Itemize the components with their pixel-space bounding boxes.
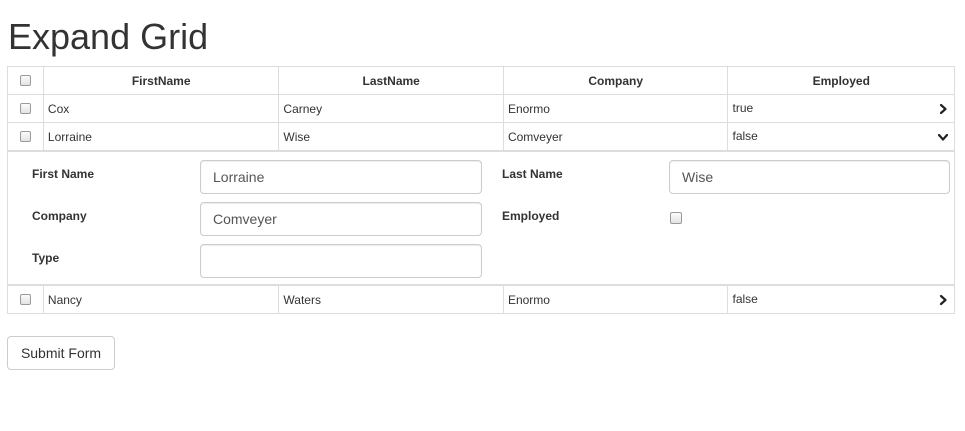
submit-form-button[interactable]: Submit Form xyxy=(7,336,115,370)
row-select-cell xyxy=(8,95,43,122)
cell-company: Comveyer xyxy=(502,123,728,150)
employed-label: Employed xyxy=(502,209,560,223)
cell-firstname: Lorraine xyxy=(42,123,279,150)
column-header-company[interactable]: Company xyxy=(502,67,728,94)
expand-grid: FirstName LastName Company Employed Cox … xyxy=(7,66,955,314)
first-name-label: First Name xyxy=(32,167,95,181)
cell-employed: false xyxy=(727,286,954,313)
table-row[interactable]: Nancy Waters Enormo false xyxy=(8,286,954,314)
cell-company: Enormo xyxy=(502,286,728,313)
cell-employed-value: false xyxy=(732,291,758,306)
cell-company: Enormo xyxy=(502,95,728,122)
cell-employed-value: false xyxy=(732,128,758,143)
select-all-checkbox[interactable] xyxy=(19,75,31,86)
company-field[interactable] xyxy=(200,202,482,236)
employed-checkbox[interactable] xyxy=(670,212,682,224)
row-select-cell xyxy=(8,286,43,313)
company-label: Company xyxy=(32,209,87,223)
last-name-label: Last Name xyxy=(502,167,563,181)
row-select-checkbox[interactable] xyxy=(19,103,31,114)
header-select-cell xyxy=(8,67,43,94)
cell-employed-value: true xyxy=(732,100,754,115)
cell-lastname: Waters xyxy=(278,286,503,313)
cell-lastname: Wise xyxy=(278,123,503,150)
cell-firstname: Nancy xyxy=(42,286,279,313)
cell-firstname: Cox xyxy=(42,95,279,122)
type-field[interactable] xyxy=(200,244,482,278)
page-title: Expand Grid xyxy=(8,16,209,57)
chevron-down-icon[interactable] xyxy=(937,131,949,143)
column-header-firstname[interactable]: FirstName xyxy=(42,67,279,94)
column-header-lastname[interactable]: LastName xyxy=(278,67,503,94)
row-select-cell xyxy=(8,123,43,150)
table-row[interactable]: Cox Carney Enormo true xyxy=(8,95,954,123)
last-name-field[interactable] xyxy=(669,160,950,194)
chevron-right-icon[interactable] xyxy=(937,294,949,306)
cell-lastname: Carney xyxy=(278,95,503,122)
table-row-expanded[interactable]: Lorraine Wise Comveyer false xyxy=(8,123,954,152)
type-label: Type xyxy=(32,251,60,265)
row-select-checkbox[interactable] xyxy=(19,294,31,305)
cell-employed: false xyxy=(727,123,954,150)
column-header-employed[interactable]: Employed xyxy=(727,67,954,94)
grid-header-row: FirstName LastName Company Employed xyxy=(8,67,954,95)
first-name-field[interactable] xyxy=(200,160,482,194)
row-detail-panel: First Name Last Name Company Employed Ty… xyxy=(8,152,954,286)
cell-employed: true xyxy=(727,95,954,122)
row-select-checkbox[interactable] xyxy=(19,131,31,142)
chevron-right-icon[interactable] xyxy=(937,103,949,115)
